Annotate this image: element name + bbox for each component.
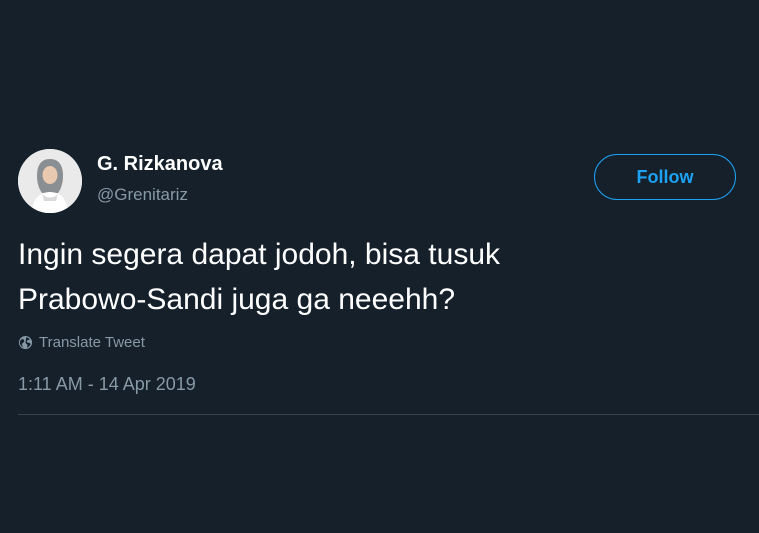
tweet-text-line: Prabowo-Sandi juga ga neeehh? — [18, 283, 456, 316]
tweet-timestamp[interactable]: 1:11 AM - 14 Apr 2019 — [18, 374, 196, 395]
follow-button[interactable]: Follow — [594, 154, 736, 200]
user-handle[interactable]: @Grenitariz — [97, 185, 188, 205]
translate-label: Translate Tweet — [39, 334, 145, 351]
tweet-text-line: Ingin segera dapat jodoh, bisa tusuk — [18, 238, 501, 271]
avatar[interactable] — [18, 149, 82, 213]
globe-icon — [18, 335, 33, 350]
tweet-text: Ingin segera dapat jodoh, bisa tusuk Pra… — [18, 232, 718, 322]
translate-tweet-link[interactable]: Translate Tweet — [18, 334, 145, 351]
tweet-card: G. Rizkanova @Grenitariz Follow Ingin se… — [0, 0, 759, 533]
display-name[interactable]: G. Rizkanova — [97, 153, 223, 176]
divider — [18, 414, 759, 415]
